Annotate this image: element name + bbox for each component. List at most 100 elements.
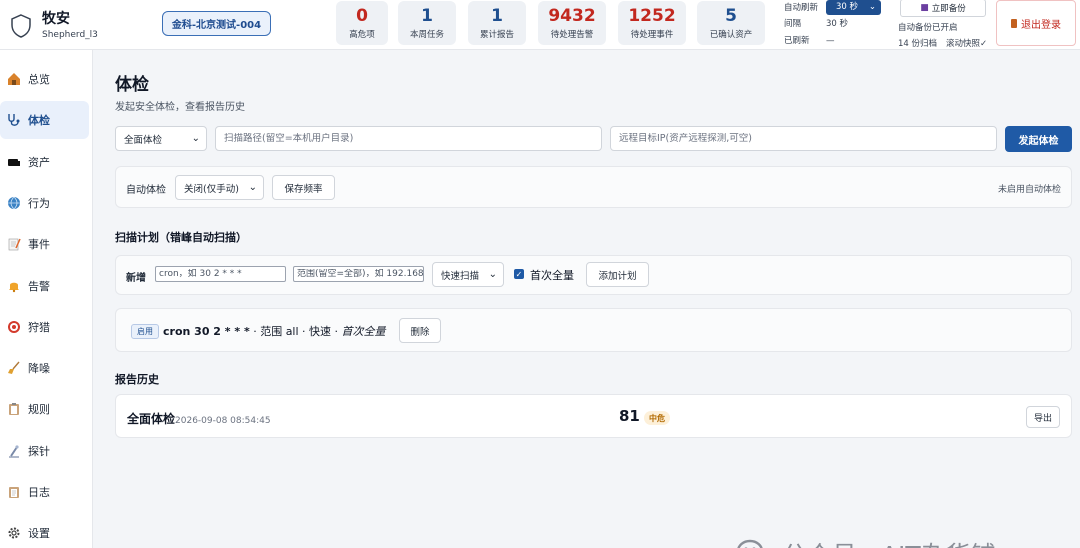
sidebar-item[interactable]: 狩猎 — [0, 308, 89, 346]
page-subtitle: 发起安全体检，查看报告历史 — [115, 102, 245, 113]
sidebar-item[interactable]: 设置 — [0, 514, 89, 548]
backup-panel: ■ 立即备份 自动备份已开启 14 份归档 滚动快照✓ — [898, 0, 990, 50]
sidebar-item[interactable]: 行为 — [0, 184, 89, 222]
watermark-text: 公众号 · AIT杂货铺 — [782, 536, 996, 548]
stethoscope-icon — [6, 112, 22, 128]
export-button[interactable]: 导出 — [1026, 406, 1060, 428]
add-plan-button[interactable]: 添加计划 — [586, 262, 649, 287]
log-icon — [6, 484, 22, 500]
new-label: 新增 — [126, 273, 146, 284]
backup-now-label: 立即备份 — [931, 4, 966, 14]
sidebar-item-label: 规则 — [28, 403, 50, 417]
tenant-badge[interactable]: 金科-北京测试-004 — [162, 11, 271, 36]
auto-refresh-select[interactable]: 30 秒 ⌄ — [826, 0, 881, 15]
stat-label: 已确认资产 — [709, 30, 753, 40]
plan-cron: cron 30 2 * * * — [163, 325, 250, 338]
scan-mode-value: 快速扫描 — [441, 270, 480, 282]
scan-path-input[interactable] — [224, 133, 601, 144]
sidebar-item[interactable]: 事件 — [0, 225, 89, 263]
plan-full-first: 首次全量 — [341, 325, 386, 338]
plan-detail: · 范围 all · 快速 · — [249, 325, 342, 338]
brand-subtitle: Shepherd_l3 — [42, 30, 98, 40]
start-scan-button[interactable]: 发起体检 — [1005, 126, 1072, 152]
backup-count: 14 份归档 — [898, 39, 938, 49]
sidebar: 总览 体检 资产 行为 事件 告警 狩猎 降噪 规则 探针 日志 设置 — [0, 50, 93, 548]
auto-scan-card: 自动体检 关闭(仅手动) ⌄ 保存频率 未启用自动体检 — [115, 166, 1072, 208]
sidebar-item-label: 告警 — [28, 279, 50, 293]
refresh-panel: 自动刷新 30 秒 ⌄ 间隔 30 秒 已刷新 — — [784, 0, 888, 50]
stat-card[interactable]: 1 本周任务 — [398, 1, 456, 45]
chevron-down-icon: ⌄ — [868, 2, 876, 12]
stat-card[interactable]: 1252 待处理事件 — [618, 1, 686, 45]
history-row-title: 全面体检2026-09-08 08:54:45 — [127, 410, 271, 427]
backup-status: 自动备份已开启 — [898, 23, 958, 33]
stat-label: 待处理告警 — [550, 30, 594, 40]
last-refresh-value: — — [826, 36, 835, 46]
house-icon — [6, 71, 22, 87]
sidebar-item-label: 行为 — [28, 196, 50, 210]
interval-value: 30 秒 — [826, 19, 849, 29]
backup-now-button[interactable]: ■ 立即备份 — [900, 0, 986, 17]
logout-label: 退出登录 — [1021, 19, 1061, 31]
server-icon — [6, 154, 22, 170]
remote-target-field[interactable] — [610, 126, 997, 151]
severity-badge: 中危 — [644, 411, 670, 425]
logout-button[interactable]: 退出登录 — [996, 0, 1076, 46]
stat-value: 9432 — [548, 6, 596, 26]
full-first-label: 首次全量 — [530, 269, 574, 282]
auto-scan-value: 关闭(仅手动) — [184, 183, 239, 195]
stat-value: 0 — [356, 6, 368, 26]
sidebar-item[interactable]: 告警 — [0, 267, 89, 305]
chevron-down-icon: ⌄ — [191, 133, 200, 144]
scan-mode-select[interactable]: 快速扫描 ⌄ — [432, 262, 504, 287]
auto-scan-select[interactable]: 关闭(仅手动) ⌄ — [175, 175, 264, 200]
stat-card[interactable]: 9432 待处理告警 — [538, 1, 606, 45]
stat-label: 高危项 — [349, 30, 375, 40]
sidebar-item[interactable]: 探针 — [0, 432, 89, 470]
broom-icon — [6, 360, 22, 376]
auto-scan-status: 未启用自动体检 — [997, 185, 1061, 195]
last-refresh-label: 已刷新 — [784, 36, 810, 46]
sidebar-item-label: 事件 — [28, 238, 50, 252]
sidebar-item[interactable]: 降噪 — [0, 349, 89, 387]
stat-value: 5 — [725, 6, 737, 26]
scan-type-select[interactable]: 全面体检 ⌄ — [115, 126, 207, 151]
sidebar-item-label: 设置 — [28, 527, 50, 541]
remote-target-input[interactable] — [619, 133, 996, 144]
cron-field[interactable] — [155, 266, 286, 282]
sidebar-item[interactable]: 规则 — [0, 390, 89, 428]
new-schedule-card: 新增 快速扫描 ⌄ ✓ 首次全量 添加计划 — [115, 255, 1072, 295]
full-first-checkbox[interactable]: ✓ — [514, 269, 524, 279]
auto-refresh-label: 自动刷新 — [784, 3, 819, 13]
floppy-icon: ■ — [920, 3, 929, 13]
sidebar-item-label: 探针 — [28, 444, 50, 458]
clipboard-icon — [6, 401, 22, 417]
stat-card[interactable]: 0 高危项 — [336, 1, 388, 45]
stat-card[interactable]: 1 累计报告 — [468, 1, 526, 45]
save-frequency-button[interactable]: 保存频率 — [272, 175, 335, 200]
shield-icon — [11, 14, 31, 38]
sidebar-item[interactable]: 体检 — [0, 101, 89, 140]
door-icon — [1011, 18, 1017, 28]
sidebar-item[interactable]: 资产 — [0, 143, 89, 181]
wechat-icon — [737, 539, 763, 548]
auto-refresh-value: 30 秒 — [836, 2, 859, 12]
report-time: 2026-09-08 08:54:45 — [175, 416, 271, 426]
history-row[interactable]: 全面体检2026-09-08 08:54:45 81 中危 导出 — [115, 394, 1072, 438]
stat-card[interactable]: 5 已确认资产 — [697, 1, 765, 45]
schedule-title: 扫描计划（错峰自动扫描） — [115, 231, 247, 244]
top-header: 牧安 Shepherd_l3 金科-北京测试-004 0 高危项 1 本周任务 1 … — [0, 0, 1080, 50]
auto-scan-label: 自动体检 — [126, 185, 166, 196]
scan-path-field[interactable] — [215, 126, 602, 151]
scope-input[interactable] — [297, 269, 423, 279]
probe-icon — [6, 443, 22, 459]
chevron-down-icon: ⌄ — [248, 182, 257, 193]
scope-field[interactable] — [293, 266, 424, 282]
delete-plan-button[interactable]: 删除 — [399, 318, 441, 343]
sidebar-item[interactable]: 日志 — [0, 473, 89, 511]
sidebar-item[interactable]: 总览 — [0, 60, 89, 98]
brand[interactable]: 牧安 Shepherd_l3 — [10, 6, 120, 46]
cron-input[interactable] — [159, 269, 285, 279]
plan-card: 启用 cron 30 2 * * * · 范围 all · 快速 · 首次全量 … — [115, 308, 1072, 352]
stat-value: 1252 — [628, 6, 676, 26]
